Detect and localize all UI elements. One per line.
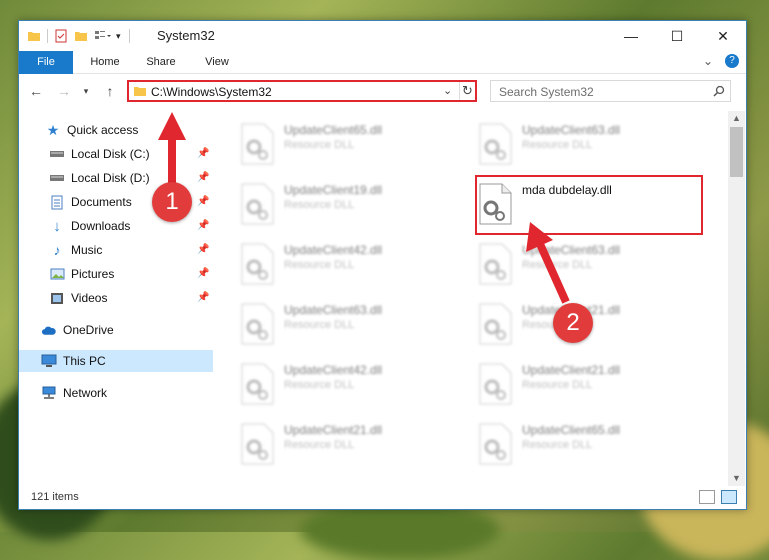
step-marker-1: 1 [152,182,192,222]
step-marker-2: 2 [553,303,593,343]
annotation-overlay [158,112,570,304]
arrow-2-icon [526,222,570,304]
arrow-1-icon [158,112,186,190]
